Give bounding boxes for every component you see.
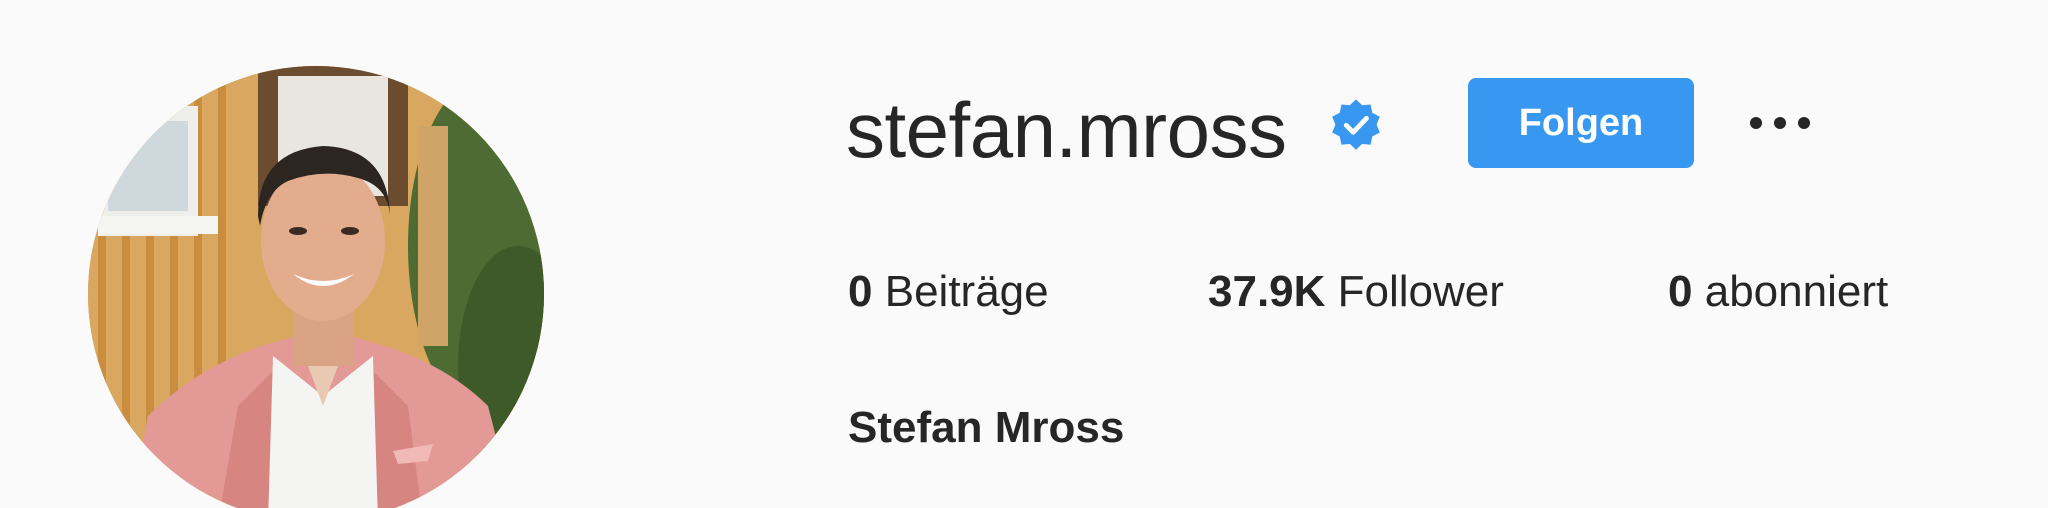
- profile-full-name: Stefan Mross: [848, 403, 1125, 452]
- profile-avatar[interactable]: [88, 66, 544, 508]
- verified-badge-icon: [1328, 98, 1384, 154]
- following-count-stat[interactable]: 0 abonniert: [1668, 264, 1888, 320]
- followers-count: 37.9K: [1208, 267, 1326, 316]
- followers-count-stat[interactable]: 37.9K Follower: [1208, 264, 1504, 320]
- following-count: 0: [1668, 267, 1693, 316]
- followers-label: Follower: [1337, 267, 1504, 316]
- more-horizontal-icon: [1750, 117, 1810, 129]
- posts-count: 0: [848, 267, 873, 316]
- posts-label: Beiträge: [884, 267, 1049, 316]
- profile-username: stefan.mross: [846, 86, 1287, 174]
- more-options-button[interactable]: [1744, 100, 1816, 146]
- profile-header: stefan.mross Folgen 0 Beiträge 37.9K Fol…: [0, 0, 2048, 508]
- following-label: abonniert: [1704, 267, 1889, 316]
- avatar-photo: [88, 66, 544, 508]
- follow-button[interactable]: Folgen: [1468, 78, 1694, 168]
- posts-count-stat: 0 Beiträge: [848, 264, 1049, 320]
